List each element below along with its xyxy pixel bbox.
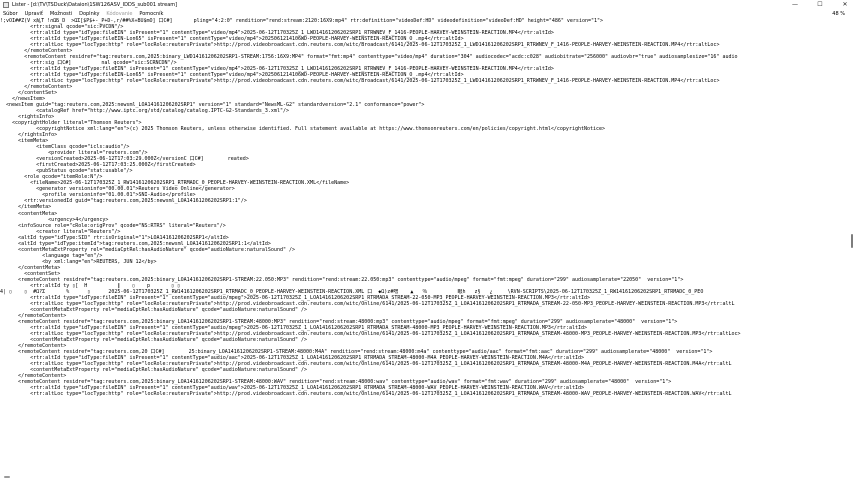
vertical-scrollbar[interactable] (848, 18, 854, 474)
lister-app-icon[interactable] (3, 2, 9, 8)
menu-item-help[interactable]: Pomocník (139, 11, 163, 17)
minimize-icon[interactable]: — (790, 1, 800, 8)
menu-item-edit[interactable]: Upraviť (25, 11, 43, 17)
text-viewer[interactable]: !;vOI##Z(V x乱T !∩ΩБ_D >ΩΣ[$P$+-_P+D-,r/#… (0, 18, 848, 474)
vertical-scroll-thumb[interactable] (851, 234, 853, 248)
menu-item-options[interactable]: Možnosti (50, 11, 72, 17)
title-bar[interactable]: Lister - [d:\TV\TSDuck\Dataion\1SW126ASV… (0, 0, 854, 10)
text-line: <rtr:altLoc type="locType:http" role="lo… (0, 330, 741, 337)
maximize-icon[interactable]: ☐ (815, 1, 825, 8)
text-line: <rtr:altLoc type="locType:http" role="lo… (0, 390, 732, 397)
window-title: Lister - [d:\TV\TSDuck\Dataion\1SW126ASV… (12, 2, 178, 8)
menu-bar: Súbor Upraviť Možnosti Doplnky Kódovanie… (0, 10, 854, 18)
horizontal-scrollbar[interactable] (0, 474, 854, 480)
menu-item-encoding[interactable]: Kódovanie (106, 11, 132, 17)
horizontal-scroll-thumb[interactable] (4, 476, 10, 478)
menu-item-plugins[interactable]: Doplnky (79, 11, 99, 17)
zoom-level: 48 % (832, 11, 845, 17)
text-line: <rtr:altLoc type="locType:http" role="lo… (0, 300, 735, 307)
window-controls: — ☐ ✕ (790, 1, 850, 8)
menu-item-file[interactable]: Súbor (3, 11, 18, 17)
close-icon[interactable]: ✕ (840, 1, 850, 8)
